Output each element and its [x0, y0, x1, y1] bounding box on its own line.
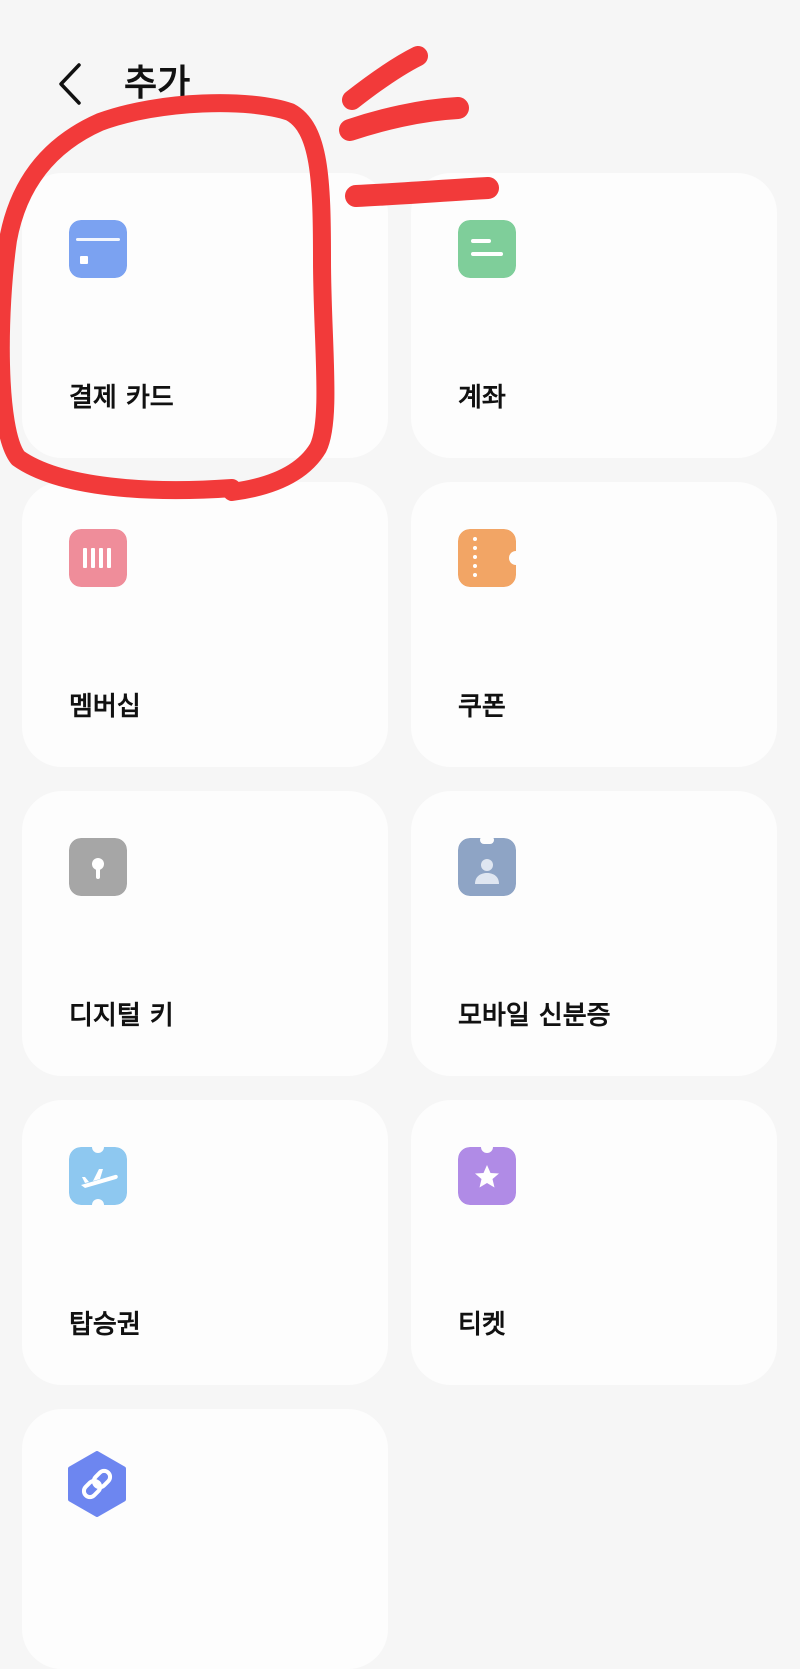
- card-digital-key[interactable]: 디지털 키: [22, 791, 388, 1076]
- card-ticket[interactable]: 티켓: [411, 1100, 777, 1385]
- card-label: 결제 카드: [69, 383, 174, 413]
- card-label: 티켓: [458, 1310, 506, 1340]
- card-label: 쿠폰: [458, 692, 506, 722]
- ticket-icon: [458, 1147, 516, 1205]
- page-title: 추가: [124, 63, 191, 104]
- card-label: 디지털 키: [69, 1001, 174, 1031]
- payment-card-icon: [69, 220, 127, 278]
- coupon-icon: [458, 529, 516, 587]
- card-account[interactable]: 계좌: [411, 173, 777, 458]
- header: 추가: [0, 0, 800, 160]
- card-coupon[interactable]: 쿠폰: [411, 482, 777, 767]
- card-membership[interactable]: 멤버십: [22, 482, 388, 767]
- card-payment-card[interactable]: 결제 카드: [22, 173, 388, 458]
- digital-key-icon: [69, 838, 127, 896]
- card-boarding-pass[interactable]: 탑승권: [22, 1100, 388, 1385]
- card-link[interactable]: [22, 1409, 388, 1669]
- link-icon: [64, 1451, 130, 1517]
- card-label: 탑승권: [69, 1310, 141, 1340]
- bank-account-icon: [458, 220, 516, 278]
- boarding-pass-icon: [69, 1147, 127, 1205]
- membership-barcode-icon: [69, 529, 127, 587]
- card-mobile-id[interactable]: 모바일 신분증: [411, 791, 777, 1076]
- card-label: 계좌: [458, 383, 506, 413]
- card-label: 멤버십: [69, 692, 141, 722]
- card-label: 모바일 신분증: [458, 1001, 611, 1031]
- chevron-left-icon: [59, 63, 81, 105]
- id-card-icon: [458, 838, 516, 896]
- back-button[interactable]: [44, 52, 96, 116]
